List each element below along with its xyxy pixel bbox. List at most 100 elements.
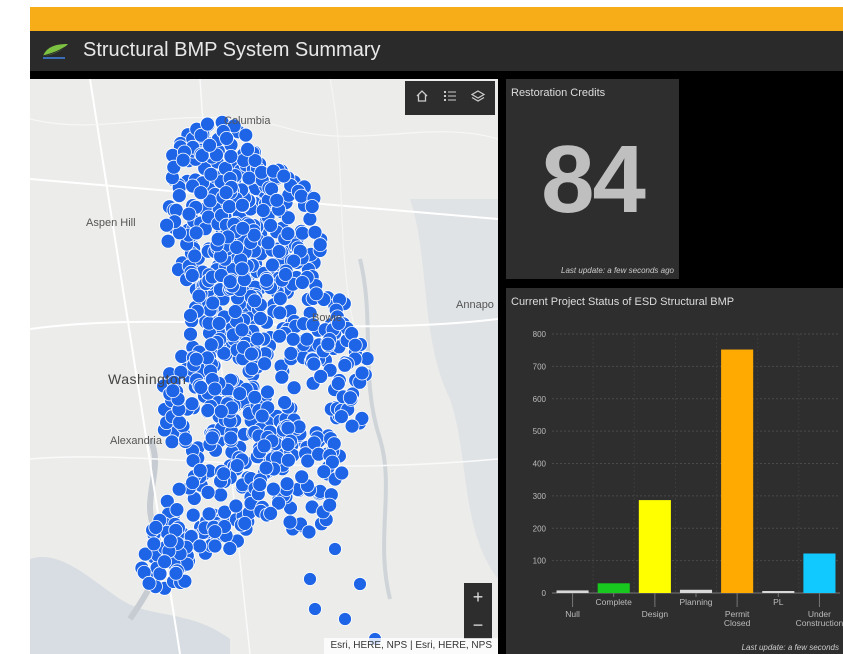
bmp-point[interactable] bbox=[333, 409, 349, 425]
bmp-point[interactable] bbox=[146, 536, 162, 552]
bmp-point[interactable] bbox=[237, 515, 253, 531]
bmp-point[interactable] bbox=[159, 217, 175, 233]
bmp-point[interactable] bbox=[181, 206, 197, 222]
bmp-point[interactable] bbox=[171, 188, 187, 203]
bmp-point[interactable] bbox=[265, 481, 281, 497]
bmp-point[interactable] bbox=[221, 199, 237, 214]
bmp-point[interactable] bbox=[277, 395, 293, 410]
bmp-point[interactable] bbox=[234, 322, 250, 338]
bmp-point[interactable] bbox=[252, 477, 268, 493]
bmp-point[interactable] bbox=[252, 310, 268, 326]
bmp-point[interactable] bbox=[185, 507, 201, 523]
bmp-point[interactable] bbox=[280, 420, 296, 436]
bmp-point[interactable] bbox=[347, 337, 363, 353]
home-icon[interactable] bbox=[413, 89, 431, 107]
bmp-point[interactable] bbox=[272, 291, 288, 307]
bmp-point[interactable] bbox=[302, 211, 318, 227]
bmp-point[interactable] bbox=[188, 351, 204, 367]
bmp-point[interactable] bbox=[222, 541, 238, 556]
bmp-point[interactable] bbox=[354, 365, 370, 381]
bmp-point[interactable] bbox=[148, 519, 164, 535]
bmp-point[interactable] bbox=[213, 403, 229, 419]
bmp-point[interactable] bbox=[264, 257, 280, 273]
bmp-point[interactable] bbox=[200, 116, 215, 132]
map-attribution[interactable]: Esri, HERE, NPS | Esri, HERE, NPS bbox=[324, 638, 498, 654]
bmp-point[interactable] bbox=[202, 137, 218, 153]
bmp-point[interactable] bbox=[299, 331, 315, 347]
bmp-point[interactable] bbox=[330, 376, 346, 391]
bmp-point[interactable] bbox=[328, 542, 342, 556]
bmp-point[interactable] bbox=[313, 368, 329, 384]
bmp-point[interactable] bbox=[280, 452, 296, 468]
bmp-point[interactable] bbox=[222, 274, 238, 290]
bmp-point[interactable] bbox=[223, 430, 239, 446]
bmp-point[interactable] bbox=[175, 152, 191, 168]
zoom-in-button[interactable]: + bbox=[464, 583, 492, 611]
bmp-point[interactable] bbox=[141, 575, 157, 591]
bmp-point[interactable] bbox=[259, 272, 274, 288]
bmp-point[interactable] bbox=[320, 336, 336, 352]
bmp-point[interactable] bbox=[250, 331, 265, 347]
bmp-point[interactable] bbox=[192, 462, 208, 478]
bmp-point[interactable] bbox=[200, 402, 216, 418]
bmp-point[interactable] bbox=[257, 356, 273, 372]
bmp-point[interactable] bbox=[200, 484, 216, 500]
bmp-point[interactable] bbox=[272, 305, 288, 321]
bmp-point[interactable] bbox=[213, 487, 229, 503]
bmp-point[interactable] bbox=[184, 396, 200, 412]
bmp-point[interactable] bbox=[301, 524, 317, 540]
bmp-point[interactable] bbox=[280, 436, 296, 452]
bmp-point[interactable] bbox=[285, 331, 301, 347]
bmp-point[interactable] bbox=[247, 293, 263, 309]
bmp-point[interactable] bbox=[258, 460, 274, 476]
bmp-point[interactable] bbox=[244, 346, 259, 362]
bmp-point[interactable] bbox=[207, 381, 223, 397]
bmp-point[interactable] bbox=[168, 565, 184, 581]
bmp-point[interactable] bbox=[164, 434, 180, 450]
bmp-point[interactable] bbox=[171, 481, 187, 497]
bmp-point[interactable] bbox=[184, 267, 200, 283]
bmp-point[interactable] bbox=[260, 384, 275, 400]
bmp-point[interactable] bbox=[210, 231, 226, 247]
bmp-map[interactable]: Columbia Aspen Hill Washington Alexandri… bbox=[30, 79, 498, 654]
bmp-point[interactable] bbox=[294, 225, 310, 241]
bmp-point[interactable] bbox=[279, 476, 295, 492]
bmp-point[interactable] bbox=[157, 554, 173, 570]
bmp-point[interactable] bbox=[207, 524, 223, 540]
bmp-point[interactable] bbox=[244, 361, 260, 377]
bmp-point[interactable] bbox=[342, 390, 358, 406]
bmp-point[interactable] bbox=[344, 418, 360, 434]
bmp-point[interactable] bbox=[232, 386, 248, 402]
bmp-point[interactable] bbox=[191, 288, 207, 304]
bmp-point[interactable] bbox=[169, 502, 185, 518]
bmp-point[interactable] bbox=[223, 149, 239, 164]
bmp-point[interactable] bbox=[204, 430, 220, 446]
bmp-point[interactable] bbox=[235, 220, 251, 236]
bmp-point[interactable] bbox=[312, 237, 328, 253]
bmp-point[interactable] bbox=[274, 369, 290, 385]
bmp-point[interactable] bbox=[282, 514, 298, 530]
bmp-point[interactable] bbox=[306, 356, 322, 372]
bmp-point[interactable] bbox=[205, 295, 221, 311]
bmp-point[interactable] bbox=[228, 498, 244, 514]
bmp-point[interactable] bbox=[308, 602, 322, 616]
bmp-point[interactable] bbox=[303, 572, 317, 586]
bmp-point[interactable] bbox=[227, 304, 243, 319]
bmp-point[interactable] bbox=[188, 225, 204, 241]
bmp-point[interactable] bbox=[308, 286, 324, 302]
bmp-point[interactable] bbox=[218, 185, 234, 200]
bmp-point[interactable] bbox=[263, 505, 279, 521]
bmp-point[interactable] bbox=[280, 226, 296, 242]
bmp-point[interactable] bbox=[278, 267, 293, 282]
bmp-point[interactable] bbox=[304, 199, 320, 214]
bmp-point[interactable] bbox=[283, 345, 299, 361]
bmp-point[interactable] bbox=[286, 380, 302, 396]
bmp-point[interactable] bbox=[203, 166, 219, 182]
bmp-point[interactable] bbox=[193, 185, 209, 200]
bmp-point[interactable] bbox=[234, 261, 250, 277]
bmp-point[interactable] bbox=[234, 197, 250, 213]
bmp-point[interactable] bbox=[238, 127, 254, 143]
bmp-point[interactable] bbox=[193, 379, 209, 395]
bmp-point[interactable] bbox=[256, 438, 272, 454]
bmp-point[interactable] bbox=[294, 469, 310, 485]
